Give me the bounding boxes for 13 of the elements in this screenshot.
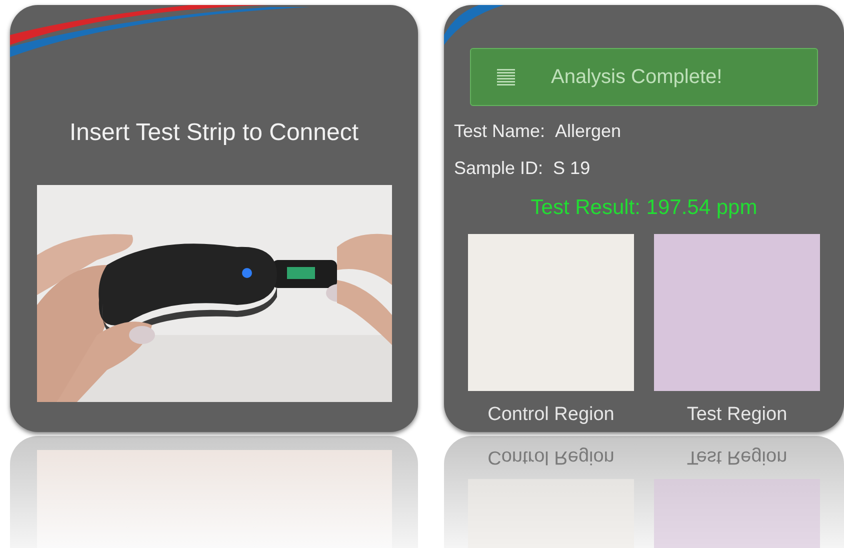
- reflected-label: Control Region: [488, 446, 614, 470]
- field-value: S 19: [553, 157, 590, 180]
- region-label: Test Region: [686, 402, 788, 426]
- field-label: Test Name:: [454, 120, 546, 143]
- list-icon: [497, 68, 515, 86]
- field-label: Sample ID:: [454, 157, 544, 180]
- banner-text: Analysis Complete!: [551, 65, 722, 90]
- field-value: Allergen: [555, 120, 622, 143]
- reflected-label: Test Region: [686, 446, 788, 470]
- region-label: Control Region: [488, 402, 614, 426]
- test-result: Test Result: 197.54 ppm: [530, 195, 758, 221]
- swoosh-drawing: [444, 5, 504, 45]
- screen-title: Insert Test Strip to Connect: [69, 118, 359, 148]
